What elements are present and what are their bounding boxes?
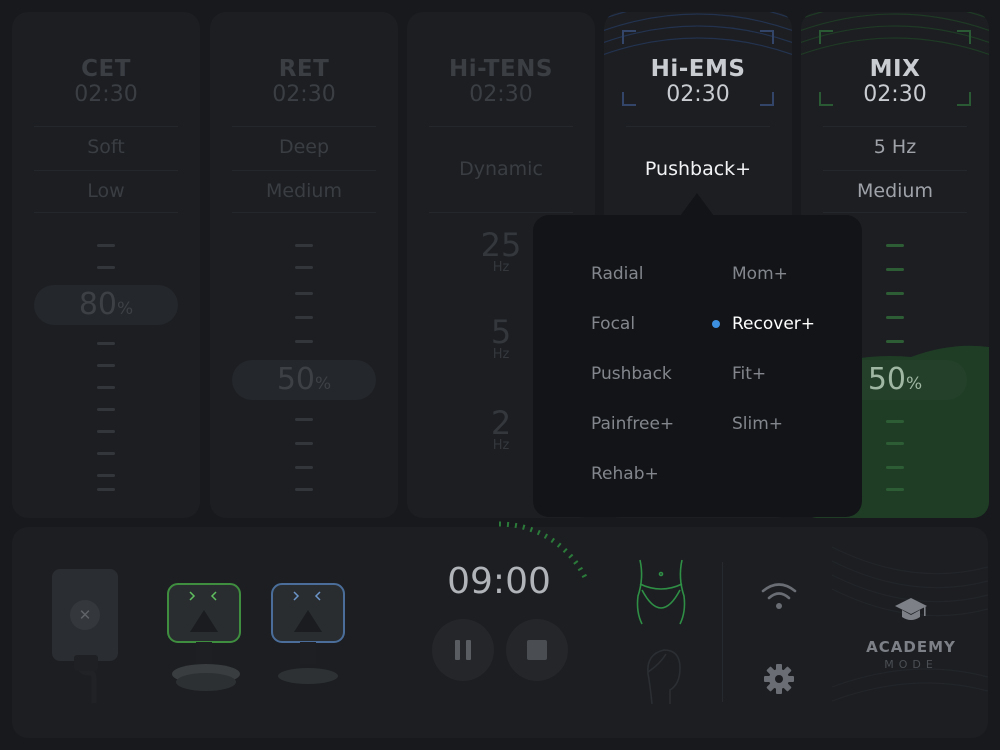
session-timer: 09:00 [447,561,551,602]
stop-button[interactable] [506,619,568,681]
pad-cable [74,655,98,703]
program-name: MIX [869,56,921,82]
program-name: CET [81,56,131,82]
applicator-green-icon[interactable] [160,580,250,700]
divider [722,562,723,702]
applicator-blue-icon[interactable] [262,580,352,700]
program-option[interactable]: 5 Hz [801,136,989,158]
graduation-cap-icon [895,598,927,620]
wifi-icon[interactable] [760,580,798,612]
program-option[interactable]: Low [12,180,200,202]
pad-disconnected-icon[interactable]: ✕ [52,569,118,661]
academy-label: ACADEMY [866,638,956,656]
program-option[interactable]: Dynamic [407,158,595,180]
pause-button[interactable] [432,619,494,681]
program-option[interactable]: Medium [801,180,989,202]
popup-pointer [680,193,714,216]
program-time: 02:30 [666,82,730,107]
mode-option-slim-plus[interactable]: Slim+ [732,414,783,434]
mode-option-pushback[interactable]: Pushback [591,364,672,384]
gear-icon[interactable] [762,662,796,696]
program-option[interactable]: Soft [12,136,200,158]
stop-icon [527,640,547,660]
program-name: RET [278,56,330,82]
program-time: 02:30 [469,82,533,107]
mode-option-radial[interactable]: Radial [591,264,644,284]
program-option[interactable]: Medium [210,180,398,202]
program-name: Hi-TENS [448,56,553,82]
mode-option-recover-plus[interactable]: Recover+ [732,314,815,334]
program-panel-cet[interactable]: CET 02:30 Soft Low 80% [12,12,200,518]
academy-mode-button[interactable]: ACADEMY MODE [860,638,962,671]
face-zone-icon[interactable] [636,644,686,710]
mode-option-focal[interactable]: Focal [591,314,635,334]
mode-option-fit-plus[interactable]: Fit+ [732,364,766,384]
timer-progress-ring [400,521,598,719]
intensity-pill[interactable]: 80% [34,285,178,325]
academy-sublabel: MODE [884,658,938,671]
intensity-pill[interactable]: 50% [232,360,376,400]
program-option[interactable]: Deep [210,136,398,158]
program-time: 02:30 [74,82,138,107]
program-time: 02:30 [863,82,927,107]
body-zone-icon[interactable] [632,556,690,626]
mode-selector[interactable]: Pushback+ [604,158,792,180]
mode-option-rehab-plus[interactable]: Rehab+ [591,464,659,484]
program-time: 02:30 [272,82,336,107]
program-panel-ret[interactable]: RET 02:30 Deep Medium 50% [210,12,398,518]
mode-popup: Radial Focal Pushback Painfree+ Rehab+ M… [533,215,862,517]
mode-option-painfree-plus[interactable]: Painfree+ [591,414,674,434]
mode-option-mom-plus[interactable]: Mom+ [732,264,788,284]
program-name: Hi-EMS [650,56,746,82]
selected-indicator-icon [712,320,720,328]
